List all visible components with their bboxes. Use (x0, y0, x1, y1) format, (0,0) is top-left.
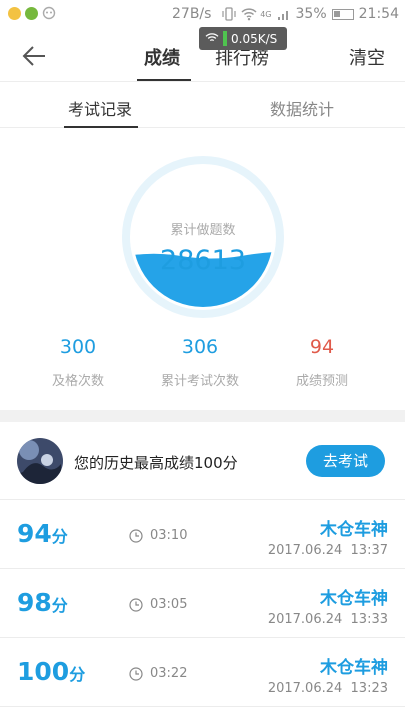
exam-record-row[interactable]: 100分 03:22 木仓车神 2017.06.24 13:23 (0, 639, 405, 707)
summary-panel: 累计做题数 28613 300 及格次数 306 累计考试次数 94 成绩预测 (0, 128, 405, 410)
best-score-text: 您的历史最高成绩100分 (74, 454, 238, 472)
stat-score-prediction: 94 成绩预测 (262, 336, 382, 389)
signal-icon (277, 7, 291, 21)
record-score: 100分 (17, 657, 85, 686)
go-exam-button[interactable]: 去考试 (306, 445, 385, 477)
data-speed: 27B/s (172, 6, 212, 22)
clock-icon (129, 597, 143, 612)
score-unit: 分 (51, 527, 68, 546)
record-title: 木仓车神 (320, 520, 388, 540)
record-duration: 03:05 (150, 597, 188, 612)
record-score: 98分 (17, 588, 68, 617)
battery-percent: 35% (295, 6, 327, 22)
record-date: 2017.06.24 13:23 (267, 681, 388, 696)
system-indicators: 4G 35% 21:54 (222, 6, 399, 22)
overlay-speed: 0.05K/S (231, 31, 278, 46)
stat-label: 及格次数 (51, 374, 104, 389)
speed-bar (223, 31, 227, 46)
stat-label: 成绩预测 (295, 374, 348, 389)
app-notification-icon (25, 6, 38, 20)
stat-value: 300 (59, 336, 97, 358)
question-count-gauge: 累计做题数 28613 (121, 155, 285, 319)
weather-icon (8, 6, 21, 20)
stat-value: 306 (181, 336, 219, 358)
clear-button[interactable]: 清空 (349, 44, 385, 70)
record-title: 木仓车神 (320, 658, 388, 678)
record-duration: 03:10 (150, 528, 188, 543)
record-date: 2017.06.24 13:37 (267, 543, 388, 558)
active-tab-indicator (137, 79, 191, 81)
stat-label: 累计考试次数 (160, 374, 239, 389)
clock-icon (129, 666, 143, 681)
subtab-data-statistics[interactable]: 数据统计 (270, 96, 334, 120)
vibrate-icon (222, 7, 236, 21)
section-divider (0, 410, 405, 422)
battery-icon (331, 8, 354, 20)
score-unit: 分 (69, 665, 86, 684)
best-score-row: 您的历史最高成绩100分 去考试 (0, 422, 405, 500)
sub-tabs: 考试记录 数据统计 (0, 82, 405, 128)
score-number: 100 (17, 657, 70, 686)
stat-value: 94 (309, 336, 335, 358)
wifi-icon (241, 7, 257, 21)
avatar (17, 438, 63, 484)
tab-score[interactable]: 成绩 (144, 44, 180, 70)
network-speed-overlay: 0.05K/S (199, 27, 287, 50)
clock-icon (129, 528, 143, 543)
record-date: 2017.06.24 13:33 (267, 612, 388, 627)
stat-pass-count: 300 及格次数 (18, 336, 138, 389)
gauge-title: 累计做题数 (170, 223, 236, 238)
notification-icons (8, 6, 56, 20)
stat-exam-count: 306 累计考试次数 (140, 336, 260, 389)
exam-record-row[interactable]: 94分 03:10 木仓车神 2017.06.24 13:37 (0, 501, 405, 569)
score-number: 98 (17, 588, 52, 617)
clock: 21:54 (358, 6, 399, 22)
wifi-icon (205, 32, 219, 46)
subtab-exam-records[interactable]: 考试记录 (68, 96, 132, 120)
score-unit: 分 (51, 596, 68, 615)
record-title: 木仓车神 (320, 589, 388, 609)
record-duration: 03:22 (150, 666, 188, 681)
cat-icon (42, 6, 56, 20)
gauge-value: 28613 (160, 245, 246, 276)
record-score: 94分 (17, 519, 68, 548)
network-type: 4G (260, 9, 272, 19)
back-arrow-icon[interactable] (20, 42, 50, 70)
exam-record-row[interactable]: 98分 03:05 木仓车神 2017.06.24 13:33 (0, 570, 405, 638)
status-bar: 27B/s 4G 35% 21:54 (0, 0, 405, 30)
score-number: 94 (17, 519, 52, 548)
